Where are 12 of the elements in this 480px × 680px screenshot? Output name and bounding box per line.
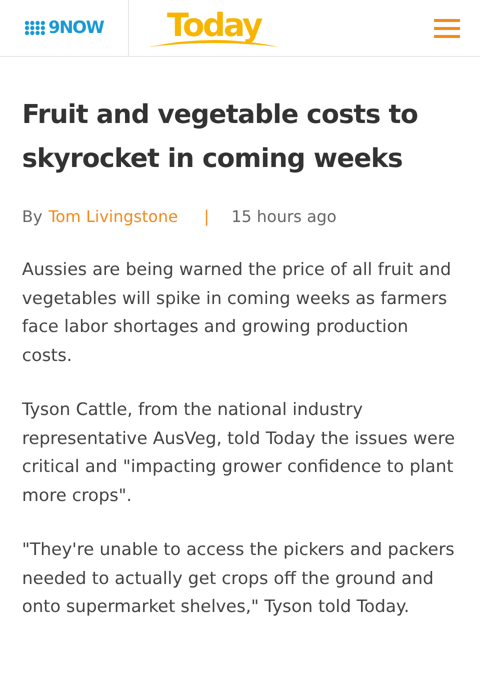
site-logo[interactable]: Today [149, 9, 279, 47]
network-logo[interactable]: 9NOW [48, 18, 104, 38]
byline-label: By [22, 207, 42, 226]
separator: | [204, 207, 210, 226]
dots-icon [24, 20, 46, 36]
paragraph: Tyson Cattle, from the national industry representative AusVeg, told Today the issues were critical and "impacting grower confidence to plant more crops". [22, 399, 456, 508]
paragraph: Aussies are being warned the price of all fruit and vegetables will spike in coming weeks as farmers face labor shortages and growing production costs. [22, 259, 452, 368]
paragraph: "They're unable to access the pickers and packers needed to actually get crops off the ground and onto supermarket shelves," Tyson told Today. [22, 539, 456, 619]
author-link[interactable]: Tom Livingstone [48, 207, 178, 226]
timestamp: 15 hours ago [231, 207, 337, 226]
menu-icon[interactable] [434, 18, 460, 38]
article-title: Fruit and vegetable costs to skyrocket in coming weeks [22, 99, 419, 176]
